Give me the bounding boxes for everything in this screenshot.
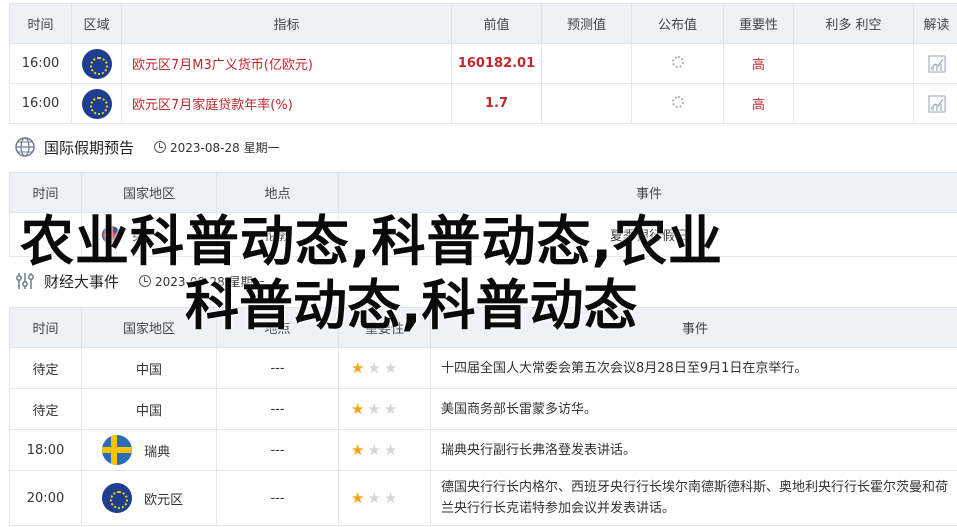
section-date: 2023-08-28 星期一	[155, 274, 265, 289]
indicator-link[interactable]: 欧元区7月家庭贷款年率(%)	[121, 83, 452, 124]
event-text: 夏季银行假日	[338, 212, 957, 257]
row-time: 16:00	[9, 43, 72, 84]
col-forecast: 预测值	[541, 3, 632, 44]
star-icon: ★	[367, 441, 381, 459]
uk-flag-icon	[102, 225, 120, 244]
holiday-table: 时间 国家地区 地点 事件 英 伦敦 夏季银行假日	[9, 172, 957, 257]
star-icon: ★	[383, 359, 398, 377]
country-name: 英	[132, 229, 146, 244]
impact-value	[793, 43, 914, 84]
col-time: 时间	[9, 307, 82, 348]
chart-icon[interactable]	[928, 55, 946, 73]
importance-stars: ★ ★ ★	[339, 489, 430, 507]
star-icon: ★	[383, 489, 398, 507]
star-icon: ★	[351, 400, 365, 418]
col-importance: 重要性	[723, 3, 794, 44]
event-text: 德国央行行长内格尔、西班牙央行行长埃尔南德斯德科斯、奥地利央行行长霍尔茨曼和荷兰…	[430, 470, 957, 526]
star-icon: ★	[367, 489, 381, 507]
place-value: ---	[216, 470, 339, 526]
col-previous: 前值	[451, 3, 542, 44]
col-time: 时间	[9, 172, 82, 213]
star-icon: ★	[351, 441, 365, 459]
economic-calendar-table: 时间 区域 指标 前值 预测值 公布值 重要性 利多 利空 解读 16:00 欧…	[9, 3, 957, 124]
country-name: 欧元区	[144, 492, 184, 508]
col-place: 地点	[216, 307, 339, 348]
col-place: 地点	[216, 172, 339, 213]
country-name: 中国	[81, 388, 217, 430]
section-date: 2023-08-28 星期一	[170, 140, 280, 155]
sliders-icon	[16, 273, 34, 289]
importance-stars: ★ ★ ★	[339, 359, 430, 377]
row-time: 20:00	[9, 470, 82, 526]
col-country: 国家地区	[81, 172, 217, 213]
importance-stars: ★ ★ ★	[339, 400, 430, 418]
importance-stars: ★ ★ ★	[339, 441, 430, 459]
events-table: 时间 国家地区 地点 重要性 事件 待定 中国 --- ★ ★ ★ 十四届全国人大常…	[9, 307, 957, 526]
row-time: 16:00	[9, 83, 72, 124]
loading-icon	[671, 95, 684, 108]
impact-value	[793, 83, 914, 124]
col-country: 国家地区	[81, 307, 217, 348]
previous-value: 160182.01	[451, 43, 542, 84]
col-region: 区域	[71, 3, 122, 44]
holiday-section-header: 国际假期预告 2023-08-28 星期一	[14, 136, 280, 158]
loading-icon	[671, 55, 684, 68]
calendar-header-row: 时间 区域 指标 前值 预测值 公布值 重要性 利多 利空 解读	[9, 3, 957, 44]
place-value: ---	[216, 429, 339, 471]
eu-flag-icon	[81, 88, 112, 119]
forecast-value	[541, 43, 632, 84]
importance-value: 高	[723, 43, 794, 84]
event-text: 瑞典央行副行长弗洛登发表讲话。	[430, 429, 957, 471]
events-section-header: 财经大事件 2023-08-28 星期一	[14, 270, 265, 292]
eu-flag-icon	[102, 483, 132, 513]
globe-icon	[15, 137, 35, 157]
row-time: 待定	[9, 347, 82, 389]
table-row[interactable]: 16:00 欧元区7月M3广义货币(亿欧元) 160182.01 高	[9, 43, 957, 84]
event-text: 美国商务部长雷蒙多访华。	[430, 388, 957, 430]
col-time: 时间	[9, 3, 72, 44]
row-time: 待定	[9, 388, 82, 430]
col-impact: 利多 利空	[793, 3, 914, 44]
previous-value: 1.7	[451, 83, 542, 124]
place-value: ---	[216, 347, 339, 389]
star-icon: ★	[383, 400, 398, 418]
table-row: 待定 中国 --- ★ ★ ★ 十四届全国人大常委会第五次会议8月28日至9月1日在…	[9, 347, 957, 389]
col-event: 事件	[338, 172, 957, 213]
table-row: 20:00 欧元区 --- ★ ★ ★ 德国央行行长内格尔、西班牙央行行长埃尔南德斯…	[9, 470, 957, 526]
star-icon: ★	[367, 359, 381, 377]
col-event: 事件	[430, 307, 957, 348]
table-row: 英 伦敦 夏季银行假日	[9, 212, 957, 257]
col-actual: 公布值	[631, 3, 724, 44]
table-row: 待定 中国 --- ★ ★ ★ 美国商务部长雷蒙多访华。	[9, 388, 957, 430]
sweden-flag-icon	[102, 435, 132, 465]
section-title: 国际假期预告	[44, 138, 135, 157]
country-name: 中国	[81, 347, 217, 389]
star-icon: ★	[351, 489, 365, 507]
importance-value: 高	[723, 83, 794, 124]
clock-icon	[139, 275, 152, 287]
row-time: 18:00	[9, 429, 82, 471]
holiday-header-row: 时间 国家地区 地点 事件	[9, 172, 957, 213]
col-importance: 重要性	[338, 307, 431, 348]
place-value: 伦敦	[216, 212, 339, 257]
table-row[interactable]: 16:00 欧元区7月家庭贷款年率(%) 1.7 高	[9, 83, 957, 124]
star-icon: ★	[383, 441, 398, 459]
chart-icon[interactable]	[928, 95, 946, 113]
star-icon: ★	[367, 400, 381, 418]
eu-flag-icon	[81, 48, 112, 79]
section-title: 财经大事件	[44, 272, 120, 291]
place-value: ---	[216, 388, 339, 430]
col-indicator: 指标	[121, 3, 452, 44]
star-icon: ★	[351, 359, 365, 377]
indicator-link[interactable]: 欧元区7月M3广义货币(亿欧元)	[121, 43, 452, 84]
country-name: 瑞典	[144, 444, 171, 460]
forecast-value	[541, 83, 632, 124]
events-header-row: 时间 国家地区 地点 重要性 事件	[9, 307, 957, 348]
event-text: 十四届全国人大常委会第五次会议8月28日至9月1日在京举行。	[430, 347, 957, 389]
col-analysis: 解读	[913, 3, 957, 44]
clock-icon	[154, 141, 167, 153]
table-row: 18:00 瑞典 --- ★ ★ ★ 瑞典央行副行长弗洛登发表讲话。	[9, 429, 957, 471]
